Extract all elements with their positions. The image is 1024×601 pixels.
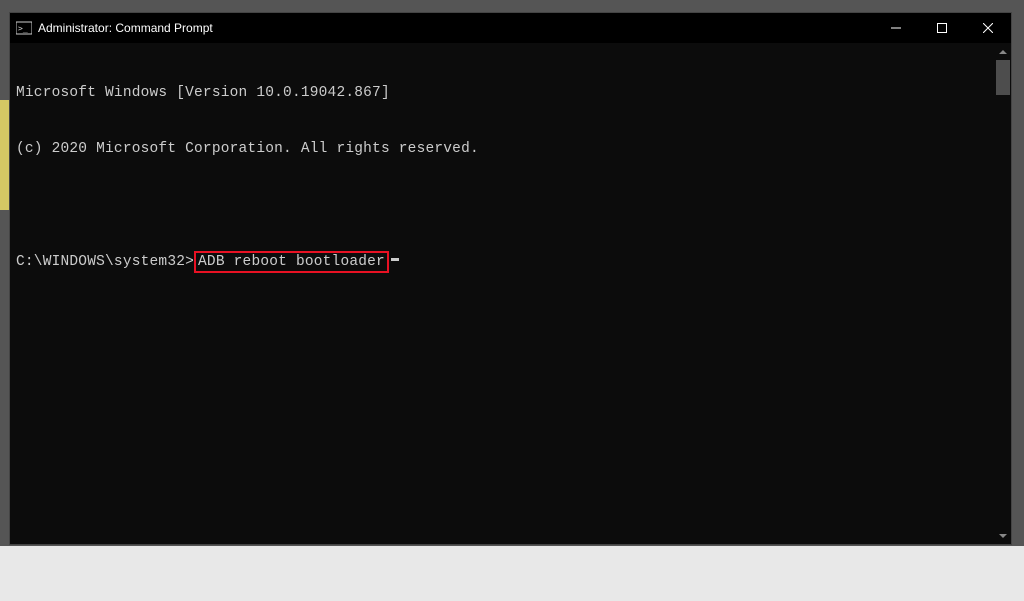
scrollbar[interactable] [995, 43, 1011, 544]
terminal-prompt: C:\WINDOWS\system32> [16, 253, 194, 272]
scrollbar-down-arrow-icon[interactable] [995, 527, 1011, 544]
minimize-button[interactable] [873, 13, 919, 43]
terminal-cursor [391, 258, 399, 261]
window-title: Administrator: Command Prompt [38, 21, 873, 35]
titlebar[interactable]: >_ Administrator: Command Prompt [10, 13, 1011, 43]
terminal-body[interactable]: Microsoft Windows [Version 10.0.19042.86… [10, 43, 1011, 544]
scrollbar-thumb[interactable] [996, 60, 1010, 95]
command-highlight: ADB reboot bootloader [194, 251, 389, 274]
background-accent-bottom [0, 546, 1024, 601]
terminal-blank-line [16, 195, 1005, 214]
svg-text:>_: >_ [18, 24, 28, 33]
terminal-line-copyright: (c) 2020 Microsoft Corporation. All righ… [16, 140, 1005, 159]
command-prompt-window: >_ Administrator: Command Prompt Microso… [9, 12, 1012, 545]
scrollbar-up-arrow-icon[interactable] [995, 43, 1011, 60]
terminal-line-version: Microsoft Windows [Version 10.0.19042.86… [16, 84, 1005, 103]
window-controls [873, 13, 1011, 43]
close-button[interactable] [965, 13, 1011, 43]
terminal-prompt-line: C:\WINDOWS\system32>ADB reboot bootloade… [16, 251, 1005, 274]
cmd-icon: >_ [16, 20, 32, 36]
terminal-content: Microsoft Windows [Version 10.0.19042.86… [10, 43, 1011, 314]
terminal-command: ADB reboot bootloader [198, 254, 385, 270]
maximize-button[interactable] [919, 13, 965, 43]
